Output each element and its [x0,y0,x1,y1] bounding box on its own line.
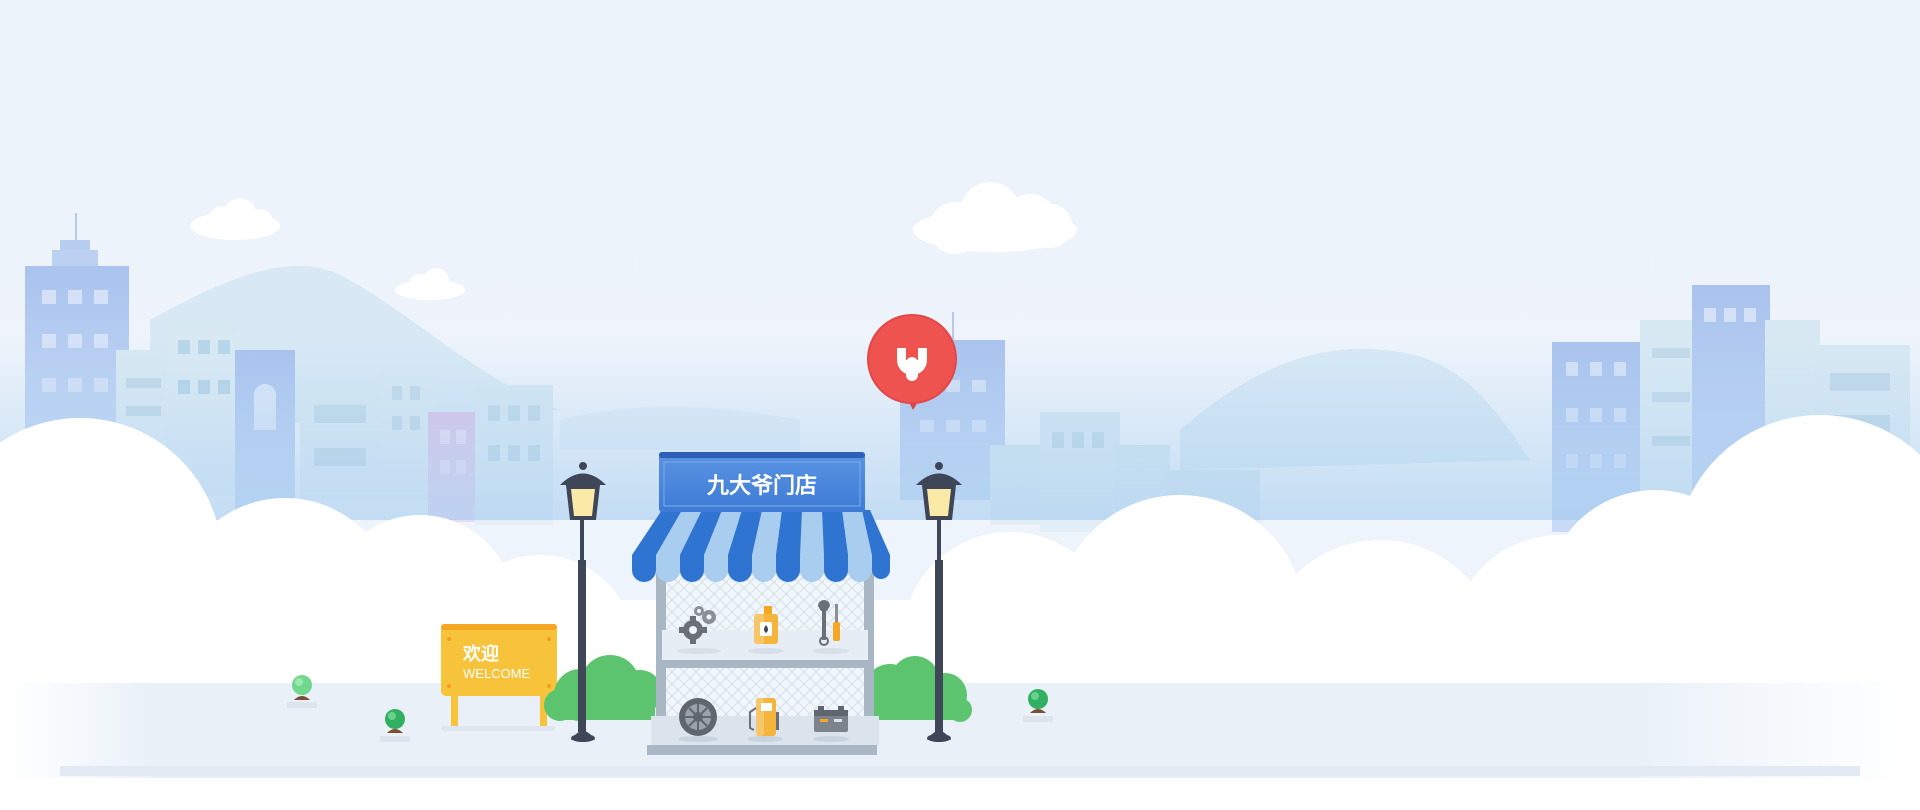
store: 九大爷门店 [632,452,890,755]
ground-shadow [60,766,1860,776]
welcome-title: 欢迎 [462,643,499,665]
store-name: 九大爷门店 [706,473,817,499]
repair-shop-illustration: 欢迎 WELCOME 九大爷门店 [0,0,1920,810]
awning [632,510,890,582]
welcome-subtitle: WELCOME [463,666,531,681]
